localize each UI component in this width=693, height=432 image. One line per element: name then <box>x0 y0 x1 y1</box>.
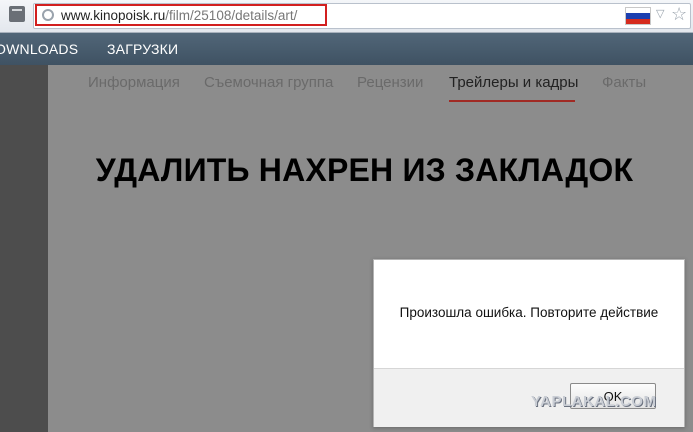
bookmark-star-icon[interactable]: ☆ <box>671 4 687 24</box>
tab-info[interactable]: Информация <box>88 74 180 91</box>
url-path: /film/25108/details/art/ <box>165 8 298 23</box>
tab-trailers[interactable]: Трейлеры и кадры <box>449 74 578 91</box>
bookmark-zagruzki[interactable]: ЗАГРУЗКИ <box>107 41 178 57</box>
url-text[interactable]: www.kinopoisk.ru/film/25108/details/art/ <box>61 8 297 23</box>
page-icon[interactable] <box>9 6 25 22</box>
overlay-caption: УДАЛИТЬ НАХРЕН ИЗ ЗАКЛАДОК <box>95 152 634 188</box>
chevron-down-icon[interactable]: ▽ <box>656 7 664 20</box>
tab-reviews[interactable]: Рецензии <box>357 74 423 91</box>
address-toolbar: www.kinopoisk.ru/film/25108/details/art/… <box>0 0 693 33</box>
error-message: Произошла ошибка. Повторите действие <box>399 305 659 320</box>
russia-flag-icon[interactable] <box>625 7 651 25</box>
flag-stripe-red <box>626 18 650 24</box>
bookmark-downloads[interactable]: OWNLOADS <box>0 41 78 57</box>
tab-crew[interactable]: Съемочная группа <box>204 74 333 91</box>
watermark: YAPLAKAL.COM <box>531 393 657 410</box>
bookmarks-bar: OWNLOADS ЗАГРУЗКИ <box>0 33 693 65</box>
left-sidebar-strip <box>0 65 48 432</box>
url-host: www.kinopoisk.ru <box>61 8 166 23</box>
globe-icon <box>42 9 54 21</box>
tab-facts[interactable]: Факты <box>602 74 646 91</box>
active-tab-underline <box>449 100 575 102</box>
